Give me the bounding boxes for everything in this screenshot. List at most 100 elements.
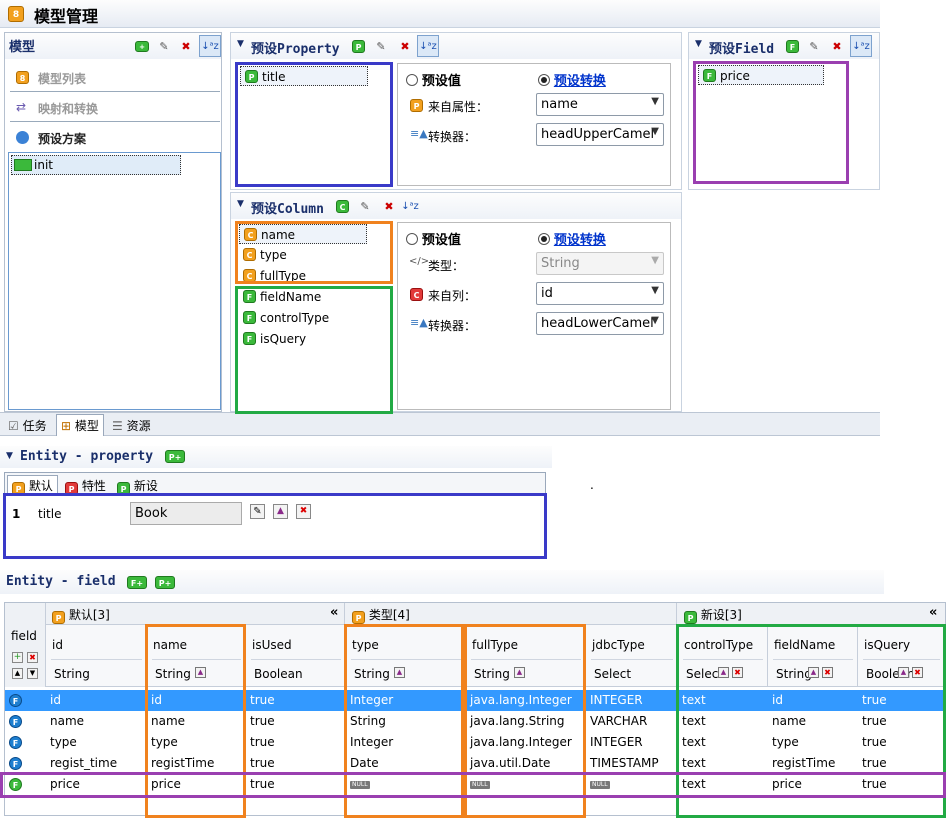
- sort-az-icon[interactable]: ↓ᵃz: [199, 35, 221, 57]
- delete-row-icon[interactable]: ✖: [27, 652, 38, 663]
- column-header[interactable]: jdbcType Select: [586, 625, 678, 687]
- highlight-column-orange: [235, 221, 393, 284]
- tab-tasks[interactable]: ☑ 任务: [4, 415, 51, 435]
- converter-select[interactable]: headLowerCamel ▼: [536, 312, 664, 335]
- table-cell[interactable]: TIMESTAMP: [590, 756, 659, 770]
- field-header-label: field: [11, 629, 37, 643]
- collapse-icon[interactable]: ▼: [6, 451, 13, 461]
- field-label: 转换器：: [428, 319, 477, 333]
- title-bar: 8 模型管理: [0, 0, 880, 28]
- attribute-icon: P: [410, 99, 423, 112]
- delete-icon[interactable]: ✖: [380, 197, 398, 215]
- view-tabs: ☑ 任务 ⊞ 模型 ☰ 资源: [0, 412, 880, 436]
- table-cell[interactable]: true: [250, 714, 275, 728]
- entity-property-header: ▼ Entity - property P+: [0, 446, 552, 468]
- collapse-group-icon[interactable]: «: [929, 605, 937, 620]
- panel-title: 预设Field: [709, 42, 775, 57]
- move-down-icon[interactable]: ▼: [27, 668, 38, 679]
- preset-icon: [16, 131, 29, 144]
- field-label: 转换器：: [428, 130, 477, 144]
- radio-preset-convert[interactable]: 预设转换: [538, 70, 606, 89]
- left-panel-title: 模型: [9, 39, 36, 54]
- field-icon: F: [9, 694, 22, 707]
- collapse-icon[interactable]: ▼: [237, 39, 244, 49]
- stray-dot: .: [590, 478, 594, 492]
- delete-icon[interactable]: ✖: [177, 37, 195, 55]
- collapse-icon[interactable]: ▼: [237, 199, 244, 209]
- add-icon[interactable]: +: [133, 37, 151, 55]
- table-cell[interactable]: INTEGER: [590, 693, 643, 707]
- radio-preset-value[interactable]: 预设值: [406, 229, 461, 248]
- group-default: P 默认[3]: [52, 606, 110, 624]
- sort-az-icon[interactable]: ↓ᵃz: [850, 35, 872, 57]
- table-cell[interactable]: name: [50, 714, 84, 728]
- table-cell[interactable]: type: [50, 735, 77, 749]
- tree-item-init[interactable]: init: [11, 155, 181, 175]
- from-attribute-select[interactable]: name ▼: [536, 93, 664, 116]
- radio-preset-value[interactable]: 预设值: [406, 70, 461, 89]
- nav-preset[interactable]: 预设方案: [10, 126, 220, 152]
- field-icon: F: [9, 736, 22, 749]
- group-new: P 新设[3]: [684, 606, 742, 624]
- scheme-icon: [14, 159, 32, 171]
- panel-title: 预设Column: [251, 202, 324, 217]
- table-cell[interactable]: true: [250, 756, 275, 770]
- column-type: Boolean: [254, 667, 303, 681]
- add-row-icon[interactable]: +: [12, 652, 23, 663]
- field-icon: F: [9, 715, 22, 728]
- add-field-icon[interactable]: F: [786, 40, 799, 53]
- move-up-icon[interactable]: ▲: [12, 668, 23, 679]
- section-title: Entity - property: [20, 449, 154, 464]
- group-divider: [676, 603, 677, 625]
- sort-az-icon[interactable]: ↓ᵃz: [417, 35, 439, 57]
- column-header[interactable]: isUsed Boolean: [246, 625, 346, 687]
- add-property-icon[interactable]: P: [352, 40, 365, 53]
- edit-icon[interactable]: ✎: [805, 37, 823, 55]
- table-cell[interactable]: id: [50, 693, 61, 707]
- collapse-group-icon[interactable]: «: [330, 605, 338, 620]
- nav-mapping[interactable]: ⇄ 映射和转换: [10, 96, 220, 122]
- column-name: jdbcType: [592, 638, 645, 652]
- column-config: 预设值 预设转换 </> 类型： String ▼ C 来自列： id ▼ ≡▲ 转…: [397, 222, 671, 410]
- property-config: 预设值 预设转换 P 来自属性： name ▼ ≡▲ 转换器： headUpper…: [397, 63, 671, 186]
- field-header-cell: field + ✖ ▲ ▼: [5, 603, 46, 687]
- group-type: P 类型[4]: [352, 606, 410, 624]
- column-header[interactable]: id String: [46, 625, 147, 687]
- converter-icon: ≡▲: [410, 316, 428, 329]
- field-label: 来自列：: [428, 289, 477, 303]
- edit-icon[interactable]: ✎: [356, 197, 374, 215]
- add-field-icon[interactable]: F+: [127, 576, 147, 589]
- table-cell[interactable]: regist_time: [50, 756, 117, 770]
- table-cell[interactable]: VARCHAR: [590, 714, 647, 728]
- group-divider: [344, 603, 345, 625]
- nav-model-list[interactable]: 8 模型列表: [10, 66, 220, 92]
- preset-field-header: ▼ 预设Field F ✎ ✖ ↓ᵃz: [689, 33, 879, 59]
- edit-icon[interactable]: ✎: [372, 37, 390, 55]
- converter-select[interactable]: headUpperCamel ▼: [536, 123, 664, 146]
- highlight-property-list: [235, 62, 393, 187]
- preset-tree: init: [8, 152, 221, 410]
- sort-az-icon[interactable]: ↓ᵃz: [401, 197, 419, 215]
- column-type: Select: [594, 667, 632, 681]
- from-column-select[interactable]: id ▼: [536, 282, 664, 305]
- column-name: id: [52, 638, 63, 652]
- tab-resources[interactable]: ☰ 资源: [108, 415, 155, 435]
- radio-preset-convert[interactable]: 预设转换: [538, 229, 606, 248]
- header-divider: [251, 659, 341, 660]
- table-cell[interactable]: true: [250, 735, 275, 749]
- tab-model[interactable]: ⊞ 模型: [56, 414, 104, 436]
- window-title: 模型管理: [34, 7, 99, 26]
- list-icon: 8: [16, 71, 29, 84]
- column-type: String: [54, 667, 90, 681]
- delete-icon[interactable]: ✖: [828, 37, 846, 55]
- delete-icon[interactable]: ✖: [396, 37, 414, 55]
- add-property-icon[interactable]: P+: [155, 576, 175, 589]
- edit-icon[interactable]: ✎: [155, 37, 173, 55]
- table-cell[interactable]: true: [250, 693, 275, 707]
- collapse-icon[interactable]: ▼: [695, 39, 702, 49]
- add-property-icon[interactable]: P+: [165, 450, 185, 463]
- nav-label: 预设方案: [38, 132, 87, 146]
- add-column-icon[interactable]: C: [336, 200, 349, 213]
- nav-label: 映射和转换: [38, 102, 99, 116]
- table-cell[interactable]: INTEGER: [590, 735, 643, 749]
